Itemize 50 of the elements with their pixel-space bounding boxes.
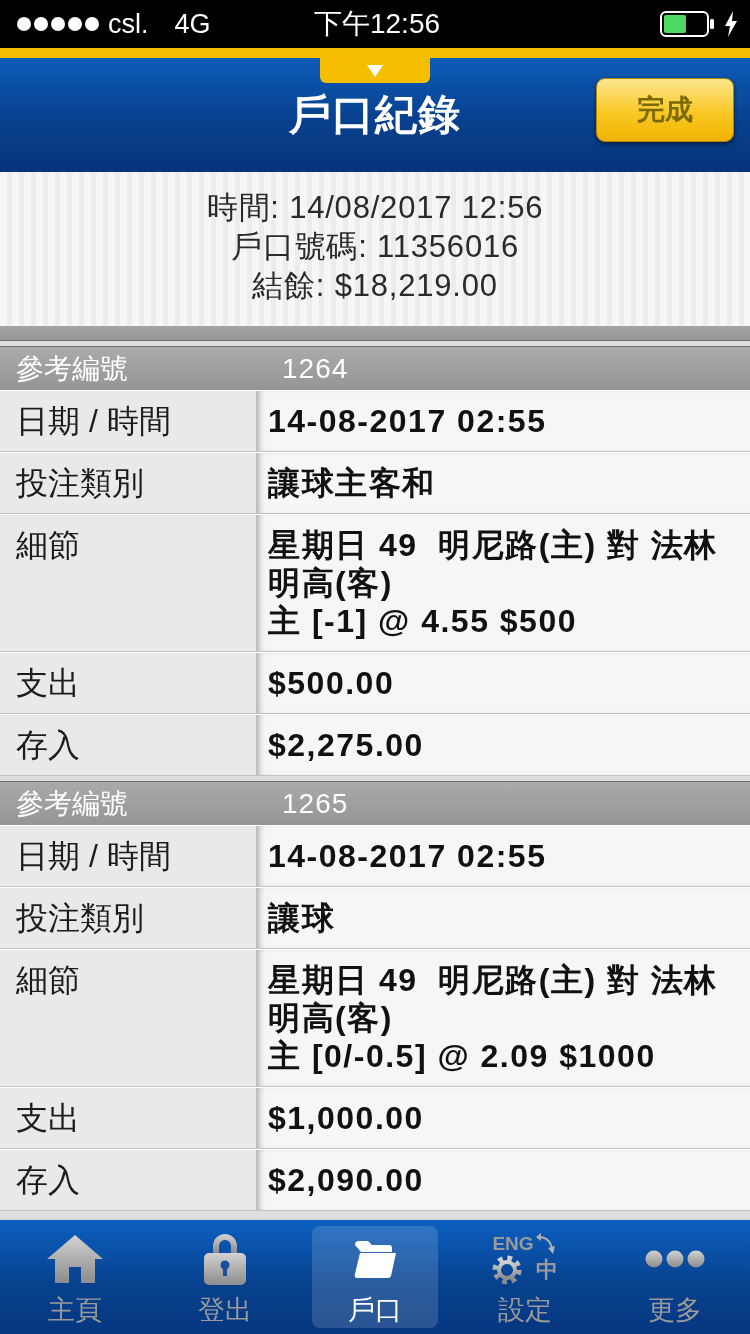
field-value-cell: $2,090.00 — [256, 1150, 750, 1210]
account-number: 戶口號碼: 11356016 — [230, 228, 520, 266]
more-dots-icon — [645, 1250, 705, 1268]
field-value-cell: $2,275.00 — [256, 715, 750, 775]
field-label-cell: 日期 / 時間 — [0, 391, 256, 451]
transaction-time: 時間: 14/08/2017 12:56 — [206, 189, 544, 227]
chinese-character-text: 中 — [535, 1258, 558, 1282]
field-label-cell: 細節 — [0, 950, 256, 1086]
field-label-cell: 存入 — [0, 715, 256, 775]
field-label-cell: 日期 / 時間 — [0, 826, 256, 886]
gear-icon — [492, 1255, 523, 1285]
field-value-cell: $500.00 — [256, 653, 750, 713]
caret-icon — [367, 64, 383, 77]
charging-bolt-icon — [724, 11, 738, 37]
carrier-name: csl. — [108, 8, 149, 40]
screen-title: 戶口紀錄 — [289, 90, 461, 140]
home-icon — [47, 1235, 103, 1283]
field-label-cell: 細節 — [0, 515, 256, 651]
field-label-cell: 投注類別 — [0, 888, 256, 948]
field-value-cell: 讓球 — [256, 888, 750, 948]
clock-time: 下午12:56 — [313, 7, 441, 41]
tab-button[interactable]: ENG 中 設定 — [462, 1226, 588, 1328]
folder-icon — [353, 1239, 397, 1279]
padlock-icon — [204, 1233, 246, 1285]
pull-down-tab[interactable] — [320, 58, 430, 83]
signal-strength-icon — [16, 16, 100, 32]
battery-icon — [660, 11, 716, 37]
reference-label: 參考編號 — [15, 786, 129, 821]
account-balance: 結餘: $18,219.00 — [252, 267, 498, 305]
field-value-cell: 讓球主客和 — [256, 453, 750, 513]
done-button[interactable]: 完成 — [596, 78, 734, 142]
tab-button[interactable]: 更多 — [612, 1226, 738, 1328]
field-label-cell: 支出 — [0, 653, 256, 713]
field-value-cell: 14-08-2017 02:55 — [256, 391, 750, 451]
reference-number: 1264 — [282, 352, 349, 385]
language-code-text: ENG — [492, 1234, 534, 1254]
tab-button[interactable]: 登出 — [162, 1226, 288, 1328]
reference-number: 1265 — [282, 787, 349, 820]
network-type: 4G — [174, 8, 211, 40]
field-label-cell: 支出 — [0, 1088, 256, 1148]
field-value-cell: $1,000.00 — [256, 1088, 750, 1148]
reference-label: 參考編號 — [15, 351, 129, 386]
field-label-cell: 投注類別 — [0, 453, 256, 513]
field-value-cell: 14-08-2017 02:55 — [256, 826, 750, 886]
tab-button[interactable]: 戶口 — [312, 1226, 438, 1328]
tab-button[interactable]: 主頁 — [12, 1226, 138, 1328]
field-label-cell: 存入 — [0, 1150, 256, 1210]
field-value-cell: 星期日 49 明尼路(主) 對 法林明高(客) 主 [0/-0.5] @ 2.09 $1000 — [256, 950, 750, 1086]
field-value-cell: 星期日 49 明尼路(主) 對 法林明高(客) 主 [-1] @ 4.55 $500 — [256, 515, 750, 651]
swap-arrow-icon — [535, 1233, 556, 1255]
